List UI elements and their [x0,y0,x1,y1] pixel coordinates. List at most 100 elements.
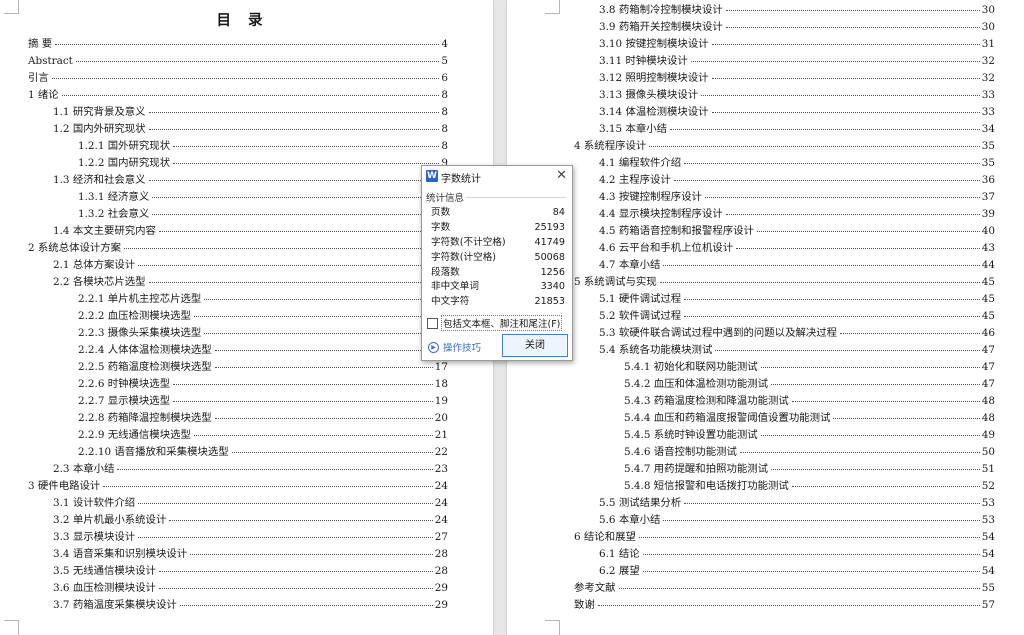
toc-entry[interactable]: 6.1 结论 54 [507,546,995,563]
toc-entry[interactable]: 2.2 各模块芯片选型12 [0,274,448,291]
tips-link[interactable]: ▶ 操作技巧 [428,340,481,354]
toc-entry[interactable]: 5.4.1 初始化和联网功能测试 47 [507,359,995,376]
toc-entry[interactable]: 1.2.2 国内研究现状 9 [0,155,448,172]
toc-entry[interactable]: 4.5 药箱语音控制和报警程序设计 40 [507,223,995,240]
stat-label: 段落数 [431,266,460,278]
toc-entry[interactable]: Abstract 5 [0,53,448,70]
toc-entry[interactable]: 致谢 57 [507,597,995,614]
page-corner-mark [545,620,560,635]
checkbox-box[interactable] [427,317,438,329]
toc-leader-dots [649,145,980,147]
toc-entry[interactable]: 5.4.7 用药提醒和拍照功能测试 51 [507,461,995,478]
toc-entry[interactable]: 5.4.6 语音控制功能测试 50 [507,444,995,461]
toc-entry[interactable]: 6.2 展望 54 [507,563,995,580]
toc-entry-title: 引言 [28,71,49,84]
close-icon[interactable]: ✕ [556,168,567,183]
toc-entry[interactable]: 2.2.4 人体体温检测模块选型15 [0,342,448,359]
toc-entry[interactable]: 3.13 摄像头模块设计 33 [507,87,995,104]
toc-entry[interactable]: 5.2 软件调试过程 45 [507,308,995,325]
toc-entry[interactable]: 3.8 药箱制冷控制模块设计 30 [507,2,995,19]
toc-entry[interactable]: 4.2 主程序设计 36 [507,172,995,189]
toc-leader-dots [725,213,980,215]
toc-entry[interactable]: 3.7 药箱温度采集模块设计 29 [0,597,448,614]
toc-entry-title: 2.2.6 时钟模块选型 [78,377,171,390]
toc-entry[interactable]: 2.2.7 显示模块选型 19 [0,393,448,410]
toc-entry-title: 5.4.3 药箱温度检测和降温功能测试 [624,394,789,407]
toc-entry[interactable]: 4.4 显示模块控制程序设计 39 [507,206,995,223]
dialog-title-bar[interactable]: W 字数统计 ✕ [422,166,572,186]
toc-entry-title: 3.9 药箱开关控制模块设计 [599,20,723,33]
toc-entry-page: 20 [434,411,448,424]
toc-entry[interactable]: 1.2.1 国外研究现状 8 [0,138,448,155]
toc-entry[interactable]: 5.4 系统各功能模块测试 47 [507,342,995,359]
toc-entry[interactable]: 1 绪论 8 [0,87,448,104]
toc-entry[interactable]: 2.2.2 血压检测模块选型13 [0,308,448,325]
toc-leader-dots [158,570,433,572]
close-button[interactable]: 关闭 [502,334,568,357]
toc-entry[interactable]: 3.9 药箱开关控制模块设计 30 [507,19,995,36]
toc-entry[interactable]: 3.6 血压检测模块设计 29 [0,580,448,597]
toc-leader-dots [701,94,980,96]
toc-entry[interactable]: 1.1 研究背景及意义 8 [0,104,448,121]
checkbox-label[interactable]: 包括文本框、脚注和尾注(F) [441,315,563,331]
toc-entry[interactable]: 4 系统程序设计 35 [507,138,995,155]
toc-entry[interactable]: 摘 要 4 [0,36,448,53]
toc-entry-title: 6 结论和展望 [574,530,636,543]
toc-entry[interactable]: 3.10 按键控制模块设计 31 [507,36,995,53]
toc-entry[interactable]: 3.11 时钟模块设计 32 [507,53,995,70]
toc-leader-dots [684,502,980,504]
toc-entry-title: 4.7 本章小结 [599,258,661,271]
toc-entry[interactable]: 5.4.4 血压和药箱温度报警阈值设置功能测试 48 [507,410,995,427]
toc-list-left: 摘 要 4 Abstract 5 引言 6 1 绪论 8 1.1 研究背景及意义 8 1.2 国内外… [0,36,493,614]
toc-entry[interactable]: 3.4 语音采集和识别模块设计 28 [0,546,448,563]
toc-entry[interactable]: 1.3 经济和社会意义9 [0,172,448,189]
toc-entry[interactable]: 3.12 照明控制模块设计 32 [507,70,995,87]
toc-entry[interactable]: 3.1 设计软件介绍 24 [0,495,448,512]
toc-entry[interactable]: 4.7 本章小结 44 [507,257,995,274]
tips-label[interactable]: 操作技巧 [443,340,481,354]
toc-entry[interactable]: 2 系统总体设计方案11 [0,240,448,257]
toc-entry[interactable]: 5.1 硬件调试过程 45 [507,291,995,308]
toc-entry[interactable]: 5.4.8 短信报警和电话拨打功能测试 52 [507,478,995,495]
toc-entry[interactable]: 2.3 本章小结 23 [0,461,448,478]
toc-entry[interactable]: 3 硬件电路设计 24 [0,478,448,495]
toc-entry[interactable]: 3.15 本章小结 34 [507,121,995,138]
stat-label: 字数 [431,221,451,233]
toc-entry[interactable]: 1.3.1 经济意义9 [0,189,448,206]
toc-entry[interactable]: 2.2.3 摄像头采集模块选型14 [0,325,448,342]
toc-entry[interactable]: 2.1 总体方案设计11 [0,257,448,274]
toc-entry[interactable]: 5.4.3 药箱温度检测和降温功能测试 48 [507,393,995,410]
toc-entry-title: 3.7 药箱温度采集模块设计 [53,598,177,611]
toc-entry[interactable]: 1.2 国内外研究现状 8 [0,121,448,138]
toc-entry[interactable]: 引言 6 [0,70,448,87]
toc-leader-dots [55,43,440,45]
toc-entry[interactable]: 1.3.2 社会意义9 [0,206,448,223]
toc-entry[interactable]: 2.2.1 单片机主控芯片选型12 [0,291,448,308]
toc-entry[interactable]: 2.2.8 药箱降温控制模块选型 20 [0,410,448,427]
toc-entry[interactable]: 2.2.6 时钟模块选型 18 [0,376,448,393]
toc-entry[interactable]: 3.3 显示模块设计 27 [0,529,448,546]
toc-entry[interactable]: 4.1 编程软件介绍 35 [507,155,995,172]
stat-row: 字符数(不计空格) 41749 [431,236,565,251]
toc-entry[interactable]: 5.6 本章小结 53 [507,512,995,529]
toc-entry[interactable]: 5.4.5 系统时钟设置功能测试 49 [507,427,995,444]
toc-entry[interactable]: 3.2 单片机最小系统设计 24 [0,512,448,529]
toc-entry[interactable]: 2.2.5 药箱温度检测模块选型 17 [0,359,448,376]
toc-entry[interactable]: 5.5 测试结果分析 53 [507,495,995,512]
toc-entry-title: 2.1 总体方案设计 [53,258,136,271]
toc-entry[interactable]: 3.14 体温检测模块设计 33 [507,104,995,121]
toc-entry[interactable]: 4.3 按键控制程序设计 37 [507,189,995,206]
toc-entry[interactable]: 2.2.9 无线通信模块选型 21 [0,427,448,444]
toc-entry[interactable]: 1.4 本文主要研究内容10 [0,223,448,240]
toc-entry-page: 53 [981,496,995,509]
toc-entry[interactable]: 5.3 软硬件联合调试过程中遇到的问题以及解决过程 46 [507,325,995,342]
toc-entry[interactable]: 6 结论和展望 54 [507,529,995,546]
toc-entry[interactable]: 2.2.10 语音播放和采集模块选型 22 [0,444,448,461]
toc-entry[interactable]: 5 系统调试与实现 45 [507,274,995,291]
include-textbox-checkbox[interactable]: 包括文本框、脚注和尾注(F) [427,315,563,331]
toc-entry[interactable]: 5.4.2 血压和体温检测功能测试 47 [507,376,995,393]
toc-entry[interactable]: 参考文献 55 [507,580,995,597]
group-divider [466,197,566,198]
toc-entry[interactable]: 4.6 云平台和手机上位机设计 43 [507,240,995,257]
toc-entry[interactable]: 3.5 无线通信模块设计 28 [0,563,448,580]
